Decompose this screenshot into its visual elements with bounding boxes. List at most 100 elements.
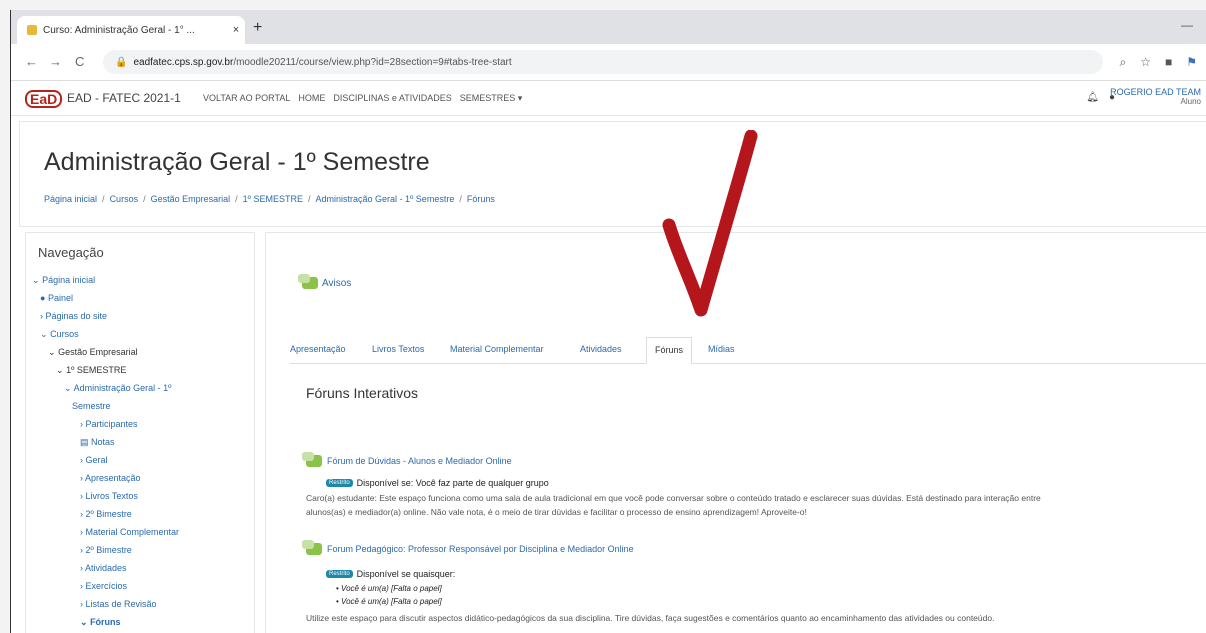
restriction-item: Você é um(a) [Falta o papel]: [336, 584, 442, 593]
tab-bar: Curso: Administração Geral - 1° ... × + …: [11, 10, 1206, 44]
menu-home[interactable]: HOME: [298, 93, 325, 104]
forum-description: Caro(a) estudante: Este espaço funciona …: [306, 491, 1206, 519]
nav-item[interactable]: › Atividades: [80, 563, 127, 573]
tab-livros-textos[interactable]: Livros Textos: [372, 344, 424, 354]
breadcrumb-item[interactable]: Página inicial: [44, 194, 97, 204]
nav-item[interactable]: ⌄ Administração Geral - 1º: [64, 383, 171, 394]
extension-2-icon[interactable]: ⚑: [1186, 55, 1197, 70]
menu-disciplinas[interactable]: DISCIPLINAS e ATIVIDADES: [333, 93, 451, 104]
restriction-item: Você é um(a) [Falta o papel]: [336, 597, 442, 606]
forum-pedagogico-link[interactable]: Forum Pedagógico: Professor Responsável …: [302, 540, 634, 555]
page-title: Administração Geral - 1º Semestre: [44, 148, 430, 176]
nav-item[interactable]: › Livros Textos: [80, 491, 138, 501]
nav-item-prefix: ›: [80, 563, 83, 573]
nav-item-prefix: ▤: [80, 437, 89, 447]
nav-item[interactable]: › Apresentação: [80, 473, 141, 483]
ead-logo[interactable]: EaD: [25, 90, 63, 108]
nav-item-prefix: ›: [80, 473, 83, 483]
nav-item-prefix: ›: [80, 491, 83, 501]
browser-tab[interactable]: Curso: Administração Geral - 1° ... ×: [17, 16, 245, 44]
nav-item-label: Apresentação: [85, 473, 141, 483]
user-menu[interactable]: ROGERIO EAD TEAM Aluno: [1110, 87, 1201, 106]
site-header: EaD EAD - FATEC 2021-1 VOLTAR AO PORTAL …: [11, 81, 1206, 116]
nav-item-prefix: ›: [80, 599, 83, 609]
section-tabs: Apresentação Livros Textos Material Comp…: [290, 335, 1206, 364]
zoom-icon[interactable]: ⌕: [1119, 55, 1126, 70]
avisos-link[interactable]: Avisos: [298, 274, 352, 289]
nav-item[interactable]: ⌄ 1º SEMESTRE: [56, 365, 126, 376]
reload-button[interactable]: C: [75, 54, 84, 69]
nav-item-prefix: ⌄: [48, 347, 56, 357]
forum-icon: [298, 274, 318, 289]
nav-item-label: Material Complementar: [85, 527, 180, 537]
url-path: /moodle20211/course/view.php?id=28sectio…: [233, 56, 512, 68]
nav-item[interactable]: ⌄ Página inicial: [32, 275, 95, 286]
description-line: alunos(as) e mediador(a) online. Não val…: [306, 507, 807, 517]
nav-item[interactable]: ⌄ Cursos: [40, 329, 79, 340]
nav-item-label: Fóruns: [90, 617, 121, 627]
nav-item-label: Páginas do site: [45, 311, 108, 321]
nav-item[interactable]: › 2º Bimestre: [80, 545, 132, 555]
nav-item[interactable]: › Participantes: [80, 419, 138, 429]
breadcrumb-item[interactable]: Fóruns: [467, 194, 495, 204]
bookmark-star-icon[interactable]: ☆: [1140, 55, 1151, 70]
notification-bell-icon[interactable]: 🔔︎: [1086, 92, 1099, 103]
tab-material-complementar[interactable]: Material Complementar: [450, 344, 544, 354]
breadcrumb-item[interactable]: Gestão Empresarial: [151, 194, 231, 204]
nav-item-prefix: ›: [80, 455, 83, 465]
nav-item-label: Cursos: [50, 329, 79, 339]
tab-atividades[interactable]: Atividades: [580, 344, 622, 354]
breadcrumb-item[interactable]: 1º SEMESTRE: [243, 194, 303, 204]
nav-item[interactable]: › Listas de Revisão: [80, 599, 157, 609]
url-field[interactable]: 🔒 eadfatec.cps.sp.gov.br /moodle20211/co…: [103, 50, 1103, 74]
menu-semestres[interactable]: SEMESTRES ▾: [460, 93, 523, 104]
forward-button[interactable]: →: [49, 54, 62, 69]
close-tab-icon[interactable]: ×: [227, 24, 245, 36]
top-menu: VOLTAR AO PORTAL HOME DISCIPLINAS e ATIV…: [203, 93, 522, 104]
breadcrumb-item[interactable]: Cursos: [110, 194, 139, 204]
tab-midias[interactable]: Mídias: [708, 344, 735, 354]
breadcrumb-item[interactable]: Administração Geral - 1º Semestre: [315, 194, 454, 204]
tab-foruns[interactable]: Fóruns: [646, 337, 693, 364]
nav-item[interactable]: › Páginas do site: [40, 311, 107, 321]
nav-item-label: Administração Geral - 1º: [73, 383, 172, 393]
back-button[interactable]: ←: [25, 54, 38, 69]
restriction-info: Restrito Disponível se quaisquer:: [326, 569, 455, 579]
page-header: Administração Geral - 1º Semestre Página…: [19, 121, 1206, 227]
nav-item-label: Semestre: [72, 401, 111, 411]
restriction-info: Restrito Disponível se: Você faz parte d…: [326, 478, 549, 488]
nav-item[interactable]: ⌄ Gestão Empresarial: [48, 347, 138, 358]
address-bar-row: ← → C 🔒 eadfatec.cps.sp.gov.br /moodle20…: [11, 44, 1206, 81]
nav-item-label: Participantes: [85, 419, 138, 429]
tab-apresentacao[interactable]: Apresentação: [290, 344, 346, 354]
site-name[interactable]: EAD - FATEC 2021-1: [67, 91, 181, 105]
nav-item[interactable]: Semestre: [72, 401, 111, 411]
url-host: eadfatec.cps.sp.gov.br: [133, 56, 234, 68]
nav-item[interactable]: › Material Complementar: [80, 527, 179, 537]
browser-window: Curso: Administração Geral - 1° ... × + …: [10, 10, 1206, 633]
nav-item-label: Livros Textos: [85, 491, 138, 501]
avisos-label: Avisos: [322, 277, 352, 289]
nav-item[interactable]: › 2º Bimestre: [80, 509, 132, 519]
nav-item[interactable]: › Geral: [80, 455, 108, 465]
nav-item-label: Página inicial: [42, 275, 96, 285]
section-title: Fóruns Interativos: [306, 385, 419, 401]
forum-duvidas-link[interactable]: Fórum de Dúvidas - Alunos e Mediador Onl…: [302, 452, 512, 467]
nav-item[interactable]: ▤ Notas: [80, 437, 115, 448]
nav-item-label: Notas: [91, 437, 115, 447]
minimize-button[interactable]: —: [1181, 18, 1193, 32]
forum-title: Forum Pedagógico: Professor Responsável …: [327, 544, 634, 554]
description-line: Caro(a) estudante: Este espaço funciona …: [306, 493, 1041, 503]
new-tab-button[interactable]: +: [253, 19, 262, 37]
nav-item[interactable]: › Exercícios: [80, 581, 127, 591]
nav-item[interactable]: ⌄ Fóruns: [80, 617, 121, 628]
forum-icon: [302, 540, 322, 555]
nav-item[interactable]: ● Painel: [40, 293, 73, 303]
extension-icon[interactable]: ■: [1165, 55, 1172, 70]
red-arrow-annotation: [662, 130, 758, 317]
nav-item-label: Exercícios: [85, 581, 128, 591]
nav-item-prefix: ⌄: [64, 383, 72, 393]
nav-item-prefix: ⌄: [32, 275, 40, 285]
menu-voltar-portal[interactable]: VOLTAR AO PORTAL: [203, 93, 290, 104]
nav-item-prefix: ⌄: [40, 329, 48, 339]
